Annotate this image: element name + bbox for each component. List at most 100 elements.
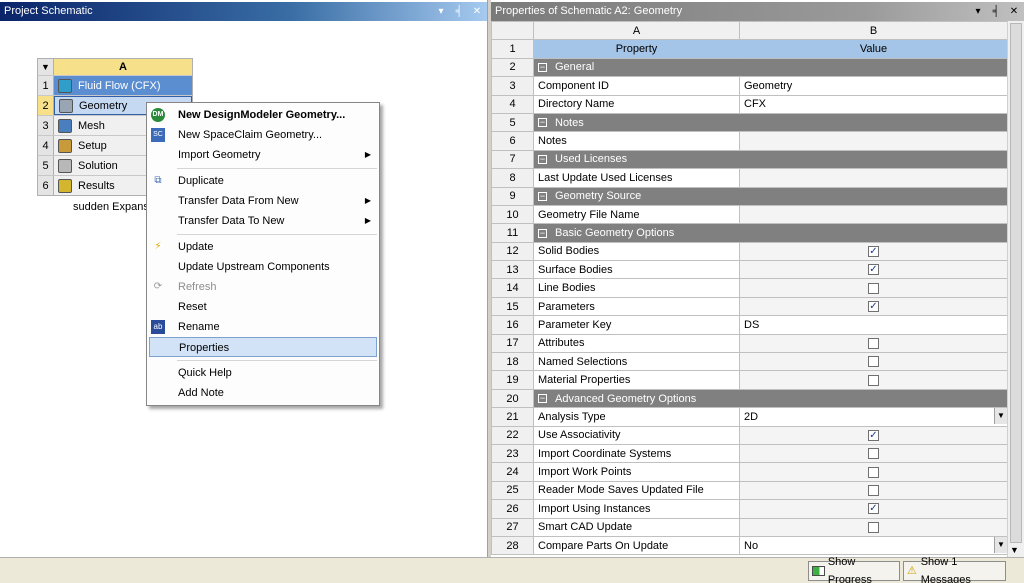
property-row[interactable]: 4 Directory Name CFX	[491, 94, 1008, 114]
system-column-label: A	[54, 59, 192, 75]
property-row[interactable]: 10 Geometry File Name	[491, 204, 1008, 225]
menu-item-reset[interactable]: Reset	[147, 297, 379, 317]
checkbox-checked[interactable]: ✓	[868, 301, 879, 313]
property-row[interactable]: 25 Reader Mode Saves Updated File	[491, 480, 1008, 501]
property-row[interactable]: 13 Surface Bodies ✓	[491, 260, 1008, 280]
scroll-down-icon[interactable]: ▼	[1010, 545, 1019, 555]
row-number: 14	[491, 278, 534, 298]
property-row[interactable]: 20− Advanced Geometry Options	[491, 388, 1008, 409]
menu-item-update[interactable]: ⚡ Update	[147, 237, 379, 257]
collapse-minus-icon[interactable]: −	[538, 118, 547, 128]
property-value[interactable]	[739, 204, 1008, 225]
checkbox-checked[interactable]: ✓	[868, 245, 879, 257]
checkbox-unchecked[interactable]	[868, 521, 879, 533]
collapse-minus-icon[interactable]: −	[538, 394, 547, 404]
system-name-caption[interactable]: sudden Expansi	[73, 201, 151, 213]
property-row[interactable]: 19 Material Properties	[491, 370, 1008, 390]
checkbox-unchecked[interactable]	[868, 282, 879, 294]
property-row[interactable]: 6 Notes	[491, 131, 1008, 151]
property-group-header[interactable]: − Used Licenses	[533, 149, 1008, 170]
checkbox-checked[interactable]: ✓	[868, 264, 879, 276]
property-value[interactable]: Geometry	[739, 76, 1008, 96]
dropdown-arrow-icon[interactable]: ▼	[994, 408, 1007, 425]
pin-icon[interactable]: ╡	[990, 2, 1002, 21]
collapse-minus-icon[interactable]: −	[538, 155, 547, 165]
property-row[interactable]: 26 Import Using Instances ✓	[491, 499, 1008, 519]
menu-item-new-spaceclaim-geometry[interactable]: SC New SpaceClaim Geometry...	[147, 125, 379, 145]
property-row[interactable]: 5− Notes	[491, 112, 1008, 133]
property-row[interactable]: 16 Parameter Key DS	[491, 315, 1008, 335]
menu-item-duplicate[interactable]: ⧉ Duplicate	[147, 171, 379, 191]
close-icon[interactable]: ✕	[471, 2, 483, 21]
value-column-header: Value	[739, 39, 1008, 59]
vertical-scrollbar[interactable]: ▼	[1007, 21, 1024, 557]
property-row[interactable]: 3 Component ID Geometry	[491, 76, 1008, 96]
row-number: 11	[491, 223, 534, 243]
show-progress-button[interactable]: Show Progress	[808, 556, 900, 583]
menu-item-properties[interactable]: Properties	[149, 337, 377, 357]
property-row[interactable]: 12 Solid Bodies ✓	[491, 241, 1008, 262]
dropdown-arrow-icon[interactable]: ▼	[994, 537, 1007, 553]
system-cell-label: Fluid Flow (CFX)	[78, 79, 161, 92]
menu-item-add-note[interactable]: Add Note	[147, 383, 379, 403]
property-row[interactable]: 22 Use Associativity ✓	[491, 425, 1008, 445]
property-row[interactable]: 18 Named Selections	[491, 352, 1008, 372]
close-icon[interactable]: ✕	[1008, 2, 1020, 21]
property-value[interactable]	[739, 168, 1008, 188]
checkbox-unchecked[interactable]	[868, 448, 879, 460]
property-row[interactable]: 27 Smart CAD Update	[491, 517, 1008, 537]
property-row[interactable]: 8 Last Update Used Licenses	[491, 168, 1008, 188]
checkbox-checked[interactable]: ✓	[868, 503, 879, 515]
scrollbar-thumb[interactable]	[1010, 23, 1022, 543]
property-group-header[interactable]: − Notes	[533, 112, 1008, 133]
property-row[interactable]: 23 Import Coordinate Systems	[491, 443, 1008, 464]
property-row[interactable]: 14 Line Bodies	[491, 278, 1008, 298]
checkbox-unchecked[interactable]	[868, 337, 879, 349]
pin-icon[interactable]: ╡	[453, 2, 465, 21]
menu-item-label: Quick Help	[178, 367, 232, 379]
property-row[interactable]: 7− Used Licenses	[491, 149, 1008, 170]
system-cell[interactable]: Fluid Flow (CFX)	[54, 76, 192, 95]
system-cell-row[interactable]: 1 Fluid Flow (CFX)	[38, 75, 192, 95]
spaceclaim-icon: SC	[151, 128, 165, 142]
property-value[interactable]: CFX	[739, 94, 1008, 114]
property-value-dropdown[interactable]: 2D ▼	[739, 407, 1008, 427]
checkbox-unchecked[interactable]	[868, 374, 879, 386]
checkbox-checked[interactable]: ✓	[868, 429, 879, 441]
menu-item-rename[interactable]: ab Rename	[147, 317, 379, 337]
cfx-icon	[58, 78, 72, 93]
menu-item-quick-help[interactable]: Quick Help	[147, 363, 379, 383]
checkbox-unchecked[interactable]	[868, 356, 879, 368]
menu-item-transfer-data-to-new[interactable]: Transfer Data To New ▶	[147, 211, 379, 231]
property-row[interactable]: 21 Analysis Type 2D ▼	[491, 407, 1008, 427]
property-group-header[interactable]: − General	[533, 57, 1008, 78]
group-label: Advanced Geometry Options	[555, 392, 697, 405]
property-row[interactable]: 17 Attributes	[491, 333, 1008, 354]
property-row[interactable]: 1 Property Value	[491, 39, 1008, 59]
show-messages-button[interactable]: ⚠ Show 1 Messages	[903, 556, 1006, 583]
property-value[interactable]: DS	[739, 315, 1008, 335]
checkbox-unchecked[interactable]	[868, 485, 879, 497]
menu-item-new-designmodeler-geometry[interactable]: DM New DesignModeler Geometry...	[147, 105, 379, 125]
panel-dropdown-icon[interactable]: ▾	[972, 2, 984, 21]
property-group-header[interactable]: − Advanced Geometry Options	[533, 388, 1008, 409]
collapse-minus-icon[interactable]: −	[538, 63, 547, 73]
property-row[interactable]: 9− Geometry Source	[491, 186, 1008, 206]
property-row[interactable]: 24 Import Work Points	[491, 462, 1008, 482]
menu-item-refresh[interactable]: ⟳ Refresh	[147, 277, 379, 297]
property-row[interactable]: 11− Basic Geometry Options	[491, 223, 1008, 243]
system-menu-arrow-icon[interactable]: ▼	[38, 59, 54, 75]
menu-item-update-upstream-components[interactable]: Update Upstream Components	[147, 257, 379, 277]
menu-item-transfer-data-from-new[interactable]: Transfer Data From New ▶	[147, 191, 379, 211]
collapse-minus-icon[interactable]: −	[538, 228, 547, 238]
property-value[interactable]	[739, 131, 1008, 151]
menu-item-label: Duplicate	[178, 175, 224, 187]
menu-item-import-geometry[interactable]: Import Geometry ▶	[147, 145, 379, 165]
property-row[interactable]: 2− General	[491, 57, 1008, 78]
panel-dropdown-icon[interactable]: ▾	[435, 2, 447, 21]
property-row[interactable]: 15 Parameters ✓	[491, 296, 1008, 317]
checkbox-unchecked[interactable]	[868, 466, 879, 478]
property-group-header[interactable]: − Basic Geometry Options	[533, 223, 1008, 243]
collapse-minus-icon[interactable]: −	[538, 191, 547, 201]
property-group-header[interactable]: − Geometry Source	[533, 186, 1008, 206]
